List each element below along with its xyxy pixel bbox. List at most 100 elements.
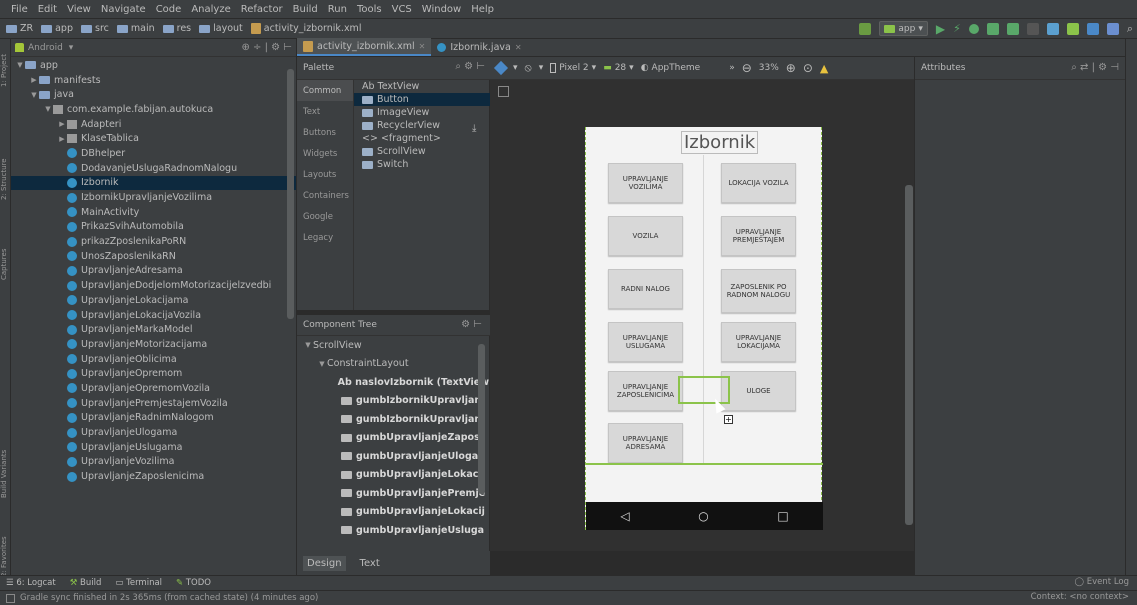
tree-item[interactable]: UpravljanjeLokacijaVozila: [11, 308, 296, 323]
breadcrumb-item[interactable]: main: [116, 23, 155, 34]
tree-item[interactable]: DBhelper: [11, 146, 296, 161]
radni-nalog-button[interactable]: RADNI NALOG: [608, 269, 683, 309]
project-view-selector[interactable]: Android ▾ ⊕ ÷ | ⚙ ⊢: [11, 39, 296, 57]
component-tree-item[interactable]: gumbUpravljanjeUsluga: [297, 521, 489, 540]
component-tree-item[interactable]: ▼ ScrollView: [297, 336, 489, 355]
tree-item[interactable]: UpravljanjeAdresama: [11, 264, 296, 279]
stop-icon[interactable]: [1026, 22, 1039, 35]
tree-item[interactable]: UpravljanjeDodjelomMotorizacijelzvedbi: [11, 278, 296, 293]
palette-item[interactable]: ScrollView: [354, 145, 490, 158]
breadcrumb-item[interactable]: src: [81, 23, 109, 34]
vozila-button[interactable]: VOZILA: [608, 216, 683, 256]
upravljanje-adresama-button[interactable]: UPRAVLJANJE ADRESAMA: [608, 423, 683, 463]
palette-category-layouts[interactable]: Layouts: [297, 164, 353, 185]
upravljanje-premjestajem-button[interactable]: UPRAVLJANJE PREMJEŠTAJEM: [721, 216, 796, 256]
tree-item[interactable]: UpravljanjeOblicima: [11, 352, 296, 367]
component-tree-item[interactable]: gumbUpravljanjeZaposl: [297, 429, 489, 448]
tree-item[interactable]: ▶ KlaseTablica: [11, 131, 296, 146]
zaposlenik-po-radnom-nalogu-button[interactable]: ZAPOSLENIK PO RADNOM NALOGU: [721, 269, 796, 313]
todo-tool-button[interactable]: ✎ TODO: [176, 578, 211, 588]
tree-item[interactable]: ▼ app: [11, 58, 296, 73]
tree-item[interactable]: ▼ com.example.fabijan.autokuca: [11, 102, 296, 117]
zoom-out-icon[interactable]: ⊖: [742, 61, 752, 75]
palette-category-buttons[interactable]: Buttons: [297, 122, 353, 143]
lokacija-vozila-button[interactable]: LOKACIJA VOZILA: [721, 163, 796, 203]
breadcrumb-item[interactable]: layout: [199, 23, 243, 34]
component-tree-scrollbar[interactable]: [478, 344, 485, 494]
project-scrollbar[interactable]: [287, 69, 294, 319]
menu-view[interactable]: View: [62, 4, 96, 15]
tab-design[interactable]: Design: [303, 555, 346, 571]
device-selector[interactable]: Pixel 2 ▾: [550, 63, 596, 73]
terminal-tool-button[interactable]: ▭ Terminal: [115, 578, 162, 588]
canvas-scrollbar[interactable]: [905, 185, 913, 525]
breadcrumb-item[interactable]: app: [41, 23, 73, 34]
menu-build[interactable]: Build: [288, 4, 323, 15]
overflow-icon[interactable]: »: [729, 63, 735, 73]
tree-item[interactable]: MainActivity: [11, 205, 296, 220]
component-tree-item[interactable]: gumbUpravljanjeLokacij: [297, 503, 489, 522]
search-icon[interactable]: ⌕: [1127, 22, 1133, 36]
palette-category-containers[interactable]: Containers: [297, 185, 353, 206]
tree-item[interactable]: UpravljanjePremjestajemVozila: [11, 396, 296, 411]
component-tree-item[interactable]: gumbUpravljanjeLokacij: [297, 466, 489, 485]
upravljanje-lokacijama-button[interactable]: UPRAVLJANJE LOKACIJAMA: [721, 322, 796, 362]
palette-category-google[interactable]: Google: [297, 206, 353, 227]
captures-tool-tab[interactable]: Captures: [0, 239, 11, 289]
expand-arrow-icon[interactable]: ▶: [57, 135, 67, 143]
debug-icon[interactable]: [968, 23, 979, 34]
izbornik-title[interactable]: Izbornik: [681, 131, 759, 154]
blueprint-toggle-icon[interactable]: [498, 86, 509, 97]
api-selector[interactable]: ▬ 28 ▾: [603, 63, 634, 73]
apply-changes-icon[interactable]: ⚡: [953, 22, 961, 35]
project-panel-tools[interactable]: ⊕ ÷ | ⚙ ⊢: [241, 42, 292, 53]
tree-item[interactable]: UpravljanjeUlogama: [11, 425, 296, 440]
tab-activity-izbornik-xml[interactable]: activity_izbornik.xml ✕: [297, 38, 432, 56]
component-tree-item[interactable]: gumbIzbornikUpravljanj: [297, 410, 489, 429]
expand-arrow-icon[interactable]: ▼: [303, 341, 313, 349]
project-tool-tab[interactable]: 1: Project: [0, 45, 11, 97]
menu-code[interactable]: Code: [151, 4, 187, 15]
phone-preview[interactable]: Izbornik UPRAVLJANJE VOZILIMA LOKACIJA V…: [585, 127, 823, 530]
tree-item[interactable]: UpravljanjeUslugama: [11, 440, 296, 455]
design-surface-icon[interactable]: [493, 60, 509, 76]
menu-edit[interactable]: Edit: [33, 4, 62, 15]
palette-tools[interactable]: ⌕ ⚙ ⊢: [455, 61, 485, 72]
component-tree-item[interactable]: gumbUpravljanjeUlogan: [297, 447, 489, 466]
menu-help[interactable]: Help: [466, 4, 499, 15]
palette-category-text[interactable]: Text: [297, 101, 353, 122]
menu-analyze[interactable]: Analyze: [186, 4, 235, 15]
tree-item[interactable]: UpravljanjeLokacijama: [11, 293, 296, 308]
build-tool-button[interactable]: ⚒ Build: [70, 578, 102, 588]
tree-item[interactable]: ▶ manifests: [11, 73, 296, 88]
uloge-button[interactable]: ULOGE: [721, 371, 796, 411]
tab-izbornik-java[interactable]: Izbornik.java ✕: [431, 38, 527, 56]
project-structure-icon[interactable]: [1106, 22, 1119, 35]
component-tree-item[interactable]: gumbIzbornikUpravljanj: [297, 392, 489, 411]
structure-tool-tab[interactable]: 2: Structure: [0, 149, 11, 209]
menu-vcs[interactable]: VCS: [387, 4, 417, 15]
orientation-icon[interactable]: ⦸: [525, 61, 532, 75]
palette-item[interactable]: Ab TextView: [354, 80, 490, 93]
breadcrumb-item[interactable]: activity_izbornik.xml: [250, 23, 361, 34]
menu-navigate[interactable]: Navigate: [96, 4, 151, 15]
tree-item[interactable]: UpravljanjeMotorizacijama: [11, 337, 296, 352]
logcat-tool-button[interactable]: ☰ 6: Logcat: [6, 578, 56, 588]
menu-refactor[interactable]: Refactor: [236, 4, 288, 15]
breadcrumb-item[interactable]: ZR: [6, 23, 33, 34]
tree-item[interactable]: Izbornik: [11, 175, 296, 191]
palette-category-widgets[interactable]: Widgets: [297, 143, 353, 164]
expand-arrow-icon[interactable]: ▼: [29, 91, 39, 99]
tree-item[interactable]: UpravljanjeMarkaModel: [11, 322, 296, 337]
expand-arrow-icon[interactable]: ▼: [15, 61, 25, 69]
component-tree-item[interactable]: gumbUpravljanjePremje: [297, 484, 489, 503]
tree-item[interactable]: IzbornikUpravljanjeVozilima: [11, 190, 296, 205]
tree-item[interactable]: DodavanjeUslugaRadnomNalogu: [11, 161, 296, 176]
tree-item[interactable]: UpravljanjeZaposlenicima: [11, 469, 296, 484]
close-icon[interactable]: ✕: [515, 43, 522, 52]
expand-arrow-icon[interactable]: ▼: [43, 105, 53, 113]
menu-run[interactable]: Run: [323, 4, 352, 15]
hammer-icon[interactable]: [859, 22, 872, 35]
expand-arrow-icon[interactable]: ▼: [317, 360, 327, 368]
component-tree-item[interactable]: ▼ ConstraintLayout: [297, 355, 489, 374]
